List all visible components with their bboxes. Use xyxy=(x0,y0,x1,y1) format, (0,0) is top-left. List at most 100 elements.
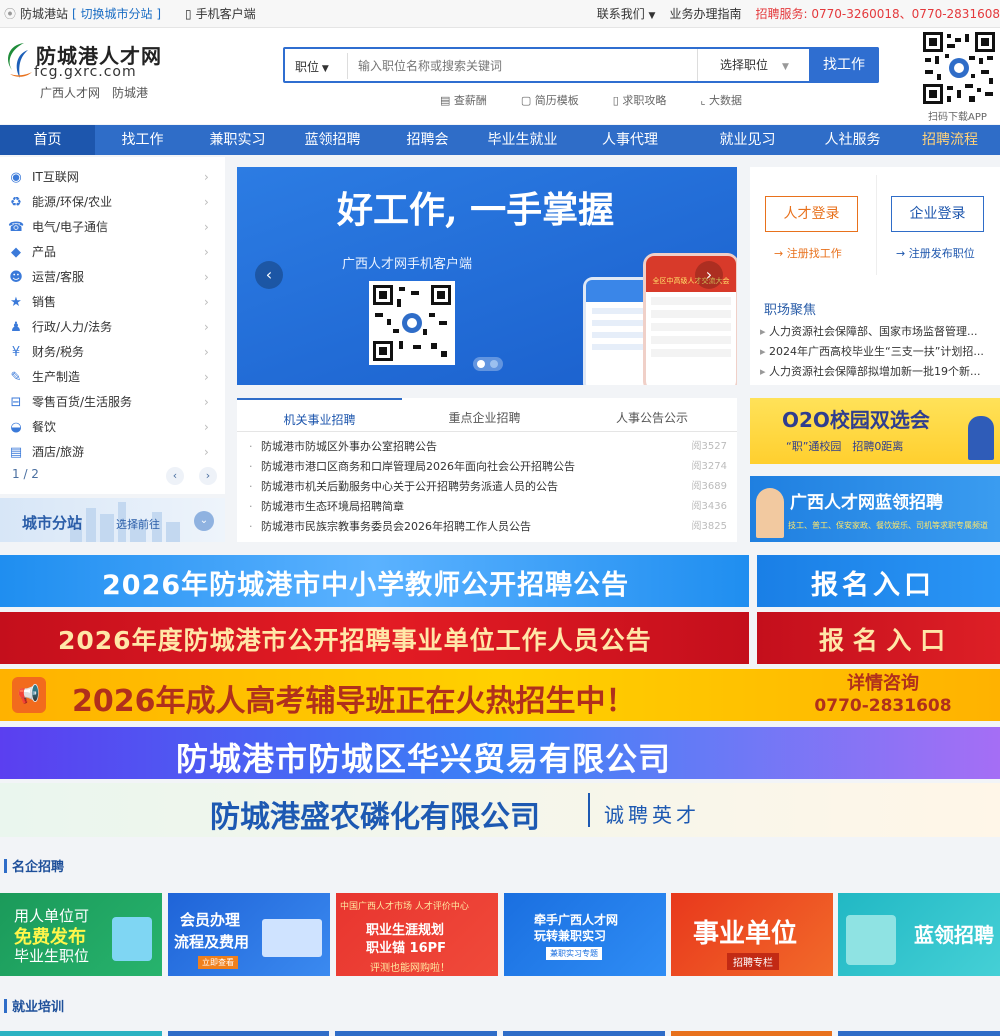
search-input[interactable] xyxy=(347,53,697,79)
promo-tile-bluecollar[interactable]: 蓝领招聘 xyxy=(838,893,1000,976)
category-item[interactable]: ▤ 酒店/旅游 › xyxy=(0,440,225,458)
chevron-right-icon: › xyxy=(204,345,209,359)
find-job-button[interactable]: 找工作 xyxy=(809,47,879,83)
teacher-recruit-banner[interactable]: 2026年防城港市中小学教师公开招聘公告 报名入口 xyxy=(0,555,1000,607)
business-guide-link[interactable]: 业务办理指南 xyxy=(669,0,741,30)
category-item[interactable]: ◒ 餐饮 › xyxy=(0,415,225,440)
caret-down-icon: ▼ xyxy=(782,62,789,72)
category-item[interactable]: ⊟ 零售百货/生活服务 › xyxy=(0,390,225,415)
register-post-link[interactable]: → 注册发布职位 xyxy=(896,245,975,261)
nav-blue-collar[interactable]: 蓝领招聘 xyxy=(285,125,380,155)
pager-prev-button[interactable]: ‹ xyxy=(166,467,184,485)
o2o-campus-promo[interactable]: O2O校园双选会 “职”通校园 招聘0距离 xyxy=(750,398,1000,464)
category-sidebar: ◉ IT互联网 › ♻ 能源/环保/农业 › ☎ 电气/电子通信 › ◆ 产品 › ☻ 运营/客服… xyxy=(0,157,225,494)
laptop-icon xyxy=(262,919,322,957)
notice-row[interactable]: · 防城港市民族宗教事务委员会2026年招聘工作人员公告 阅3825 xyxy=(249,517,727,537)
banner-dot[interactable] xyxy=(490,360,498,368)
quick-link-tips[interactable]: ▯ 求职攻略 xyxy=(613,92,667,108)
arrow-right-icon: → xyxy=(896,247,906,260)
nav-graduate[interactable]: 毕业生就业 xyxy=(475,125,570,155)
hotel-icon: ▤ xyxy=(9,445,23,458)
blue-collar-promo[interactable]: 广西人才网蓝领招聘 技工、普工、保安家政、餐饮娱乐、司机等求职专属频道 xyxy=(750,476,1000,542)
training-tiles-strip xyxy=(0,1031,1000,1036)
logo-icon[interactable] xyxy=(2,40,34,82)
blue-collar-title: 广西人才网蓝领招聘 xyxy=(790,493,943,513)
qr-label: 扫码下载APP xyxy=(928,112,987,123)
company-login-button[interactable]: 企业登录 xyxy=(891,196,984,232)
institution-recruit-banner[interactable]: 2026年度防城港市公开招聘事业单位工作人员公告 报 名 入 口 xyxy=(0,612,1000,664)
notice-row[interactable]: · 防城港市防城区外事办公室招聘公告 阅3527 xyxy=(249,437,727,457)
promo-tile-career[interactable]: 中国广西人才市场 人才评价中心 职业生涯规划 职业锚 16PF 评测也能网购啦！ xyxy=(336,893,498,976)
category-item[interactable]: ♻ 能源/环保/农业 › xyxy=(0,190,225,215)
views-count: 阅3825 xyxy=(691,521,727,532)
nav-find-job[interactable]: 找工作 xyxy=(95,125,190,155)
top-bar: ⦿ 防城港站 [ 切换城市分站 ] ▯ 手机客户端 联系我们 ▼ 业务办理指南 … xyxy=(0,0,1000,28)
nav-part-time[interactable]: 兼职实习 xyxy=(190,125,285,155)
arrow-right-icon: → xyxy=(774,247,784,260)
category-item[interactable]: ★ 销售 › xyxy=(0,290,225,315)
category-item[interactable]: ☻ 运营/客服 › xyxy=(0,265,225,290)
adult-exam-title: 2026年成人高考辅导班正在火热招生中！ xyxy=(72,684,636,719)
focus-item[interactable]: ▸ 人力资源社会保障部、国家市场监督管理... xyxy=(760,322,998,342)
money-icon: ¥ xyxy=(11,345,21,360)
city-station-action[interactable]: 选择前往 xyxy=(116,516,160,532)
quick-link-resume[interactable]: ▢ 简历模板 xyxy=(521,92,579,108)
logo-sub: 广西人才网 防城港 xyxy=(40,86,149,100)
promo-tile-membership[interactable]: 会员办理 流程及费用 立即查看 xyxy=(168,893,330,976)
page: { "topbar":{"site":"防城港站","switch_city":… xyxy=(0,0,1000,1036)
tab-government[interactable]: 机关事业招聘 xyxy=(237,398,402,432)
hero-banner[interactable]: 好工作, 一手掌握 广西人才网手机客户端 全区中高级人才交流大会 ‹ › xyxy=(237,167,737,385)
focus-title: 职场聚焦 xyxy=(764,303,817,318)
focus-item[interactable]: ▸ 人力资源社会保障部拟增加新一批19个新... xyxy=(760,362,998,382)
notice-row[interactable]: · 防城港市港口区商务和口岸管理局2026年面向社会公开招聘公告 阅3274 xyxy=(249,457,727,477)
position-select[interactable]: 选择职位 ▼ xyxy=(697,49,809,81)
quick-link-salary[interactable]: ▤ 查薪酬 xyxy=(440,92,487,108)
city-station-bar[interactable]: 城市分站 选择前往 ⌄ xyxy=(0,498,225,542)
tab-hr-notice[interactable]: 人事公告公示 xyxy=(567,398,737,432)
focus-item[interactable]: ▸ 2024年广西高校毕业生“三支一扶”计划招... xyxy=(760,342,998,362)
tab-key-enterprise[interactable]: 重点企业招聘 xyxy=(402,398,567,432)
quick-link-bigdata[interactable]: ⌞ 大数据 xyxy=(700,92,742,108)
category-item[interactable]: ◉ IT互联网 › xyxy=(0,165,225,190)
worker-figure-icon xyxy=(756,488,784,538)
blue-collar-subtitle: 技工、普工、保安家政、餐饮娱乐、司机等求职专属频道 xyxy=(788,521,988,530)
chevron-down-icon[interactable]: ⌄ xyxy=(194,511,214,531)
category-item[interactable]: ¥ 财务/税务 › xyxy=(0,340,225,365)
banner-subtitle: 广西人才网手机客户端 xyxy=(342,257,473,272)
mobile-client-link[interactable]: 手机客户端 xyxy=(196,0,256,28)
nav-hr-agency[interactable]: 人事代理 xyxy=(570,125,690,155)
category-item[interactable]: ♟ 行政/人力/法务 › xyxy=(0,315,225,340)
promo-tile-free-post[interactable]: 用人单位可 免费发布 毕业生职位 xyxy=(0,893,162,976)
nav-internship[interactable]: 就业见习 xyxy=(690,125,805,155)
nav-home[interactable]: 首页 xyxy=(0,125,95,155)
banner-prev-button[interactable]: ‹ xyxy=(255,261,283,289)
promo-tile-institution[interactable]: 事业单位 招聘专栏 xyxy=(671,893,833,976)
pager-next-button[interactable]: › xyxy=(199,467,217,485)
nav-process[interactable]: 招聘流程 xyxy=(900,125,1000,155)
category-item[interactable]: ☎ 电气/电子通信 › xyxy=(0,215,225,240)
contact-us-link[interactable]: 联系我们 ▼ xyxy=(597,0,656,30)
category-item[interactable]: ✎ 生产制造 › xyxy=(0,365,225,390)
star-icon: ★ xyxy=(10,295,22,310)
search-type-select[interactable]: 职位 ▼ xyxy=(295,58,329,75)
section-training-title: 就业培训 xyxy=(12,1000,65,1015)
notice-row[interactable]: · 防城港市生态环境局招聘简章 阅3436 xyxy=(249,497,727,517)
nav-job-fair[interactable]: 招聘会 xyxy=(380,125,475,155)
o2o-title: O2O校园双选会 xyxy=(782,408,930,432)
notice-row[interactable]: · 防城港市机关后勤服务中心关于公开招聘劳务派遣人员的公告 阅3689 xyxy=(249,477,727,497)
banner-qr-code xyxy=(369,281,455,365)
chevron-down-icon: ▼ xyxy=(648,11,656,21)
signup-entry-button-1[interactable]: 报名入口 xyxy=(757,555,1000,607)
adult-exam-banner[interactable]: 📢 2026年成人高考辅导班正在火热招生中！ 详情咨询 0770-2831608 xyxy=(0,669,1000,721)
banner-next-button[interactable]: › xyxy=(695,261,723,289)
huaxing-company-banner[interactable]: 防城港市防城区华兴贸易有限公司 xyxy=(0,727,1000,779)
shengnong-company-banner[interactable]: 防城港盛农磷化有限公司 诚聘英才 xyxy=(0,783,1000,837)
talent-login-button[interactable]: 人才登录 xyxy=(765,196,858,232)
register-job-link[interactable]: → 注册找工作 xyxy=(774,245,842,261)
signup-entry-button-2[interactable]: 报 名 入 口 xyxy=(757,612,1000,664)
banner-dot-active[interactable] xyxy=(477,360,485,368)
category-item[interactable]: ◆ 产品 › xyxy=(0,240,225,265)
switch-city-link[interactable]: [ 切换城市分站 ] xyxy=(72,0,161,28)
promo-tile-parttime[interactable]: 牵手广西人才网 玩转兼职实习 兼职实习专题 xyxy=(504,893,666,976)
nav-hr-service[interactable]: 人社服务 xyxy=(805,125,900,155)
